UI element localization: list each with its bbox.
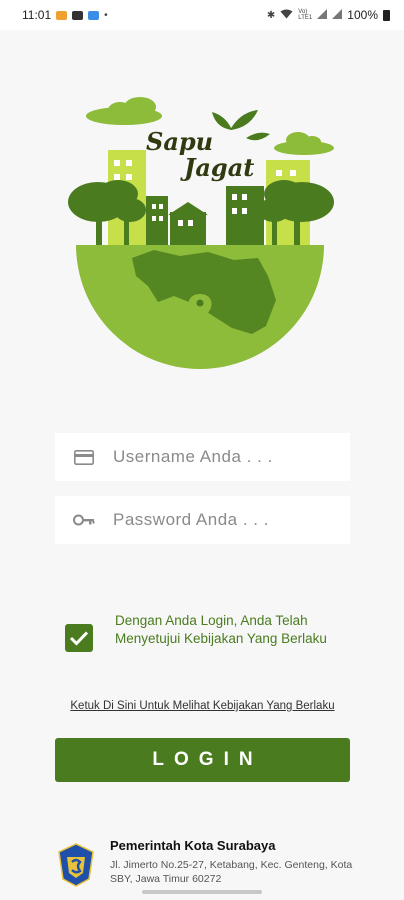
- logo-illustration: Sapu Jagat: [68, 97, 334, 369]
- app-notification-icon: [88, 10, 100, 20]
- username-input[interactable]: [113, 447, 313, 467]
- status-bar: 11:01 • ✱ Vo) LTE1 100%: [0, 0, 404, 30]
- heart-notification-icon: [56, 10, 68, 20]
- footer-address: Jl. Jimerto No.25-27, Ketabang, Kec. Gen…: [110, 859, 353, 885]
- key-icon: [73, 512, 95, 528]
- leaves-icon: [212, 110, 270, 141]
- signal-icon-2: [332, 8, 343, 22]
- dot-icon: •: [104, 9, 108, 21]
- login-button[interactable]: LOGIN: [55, 738, 350, 782]
- gallery-notification-icon: [72, 10, 84, 20]
- agree-text: Dengan Anda Login, Anda Telah Menyetujui…: [115, 613, 327, 646]
- cloud-left-icon: [86, 97, 162, 125]
- logo-title-line2: Jagat: [180, 153, 254, 182]
- volte-label: Vo) LTE1: [298, 9, 313, 21]
- app-logo: Sapu Jagat: [62, 90, 342, 375]
- status-time: 11:01: [22, 8, 52, 22]
- logo-title-line1: Sapu: [146, 127, 213, 156]
- surabaya-emblem-icon: [58, 843, 94, 887]
- wifi-icon: [280, 9, 293, 22]
- signal-icon-1: [317, 8, 328, 22]
- card-icon: [73, 449, 95, 465]
- footer-title: Pemerintah Kota Surabaya: [110, 838, 276, 853]
- building-3: [170, 212, 206, 245]
- status-right: ✱ Vo) LTE1 100%: [267, 8, 390, 22]
- status-left: 11:01 •: [22, 8, 108, 22]
- policy-link[interactable]: Ketuk Di Sini Untuk Melihat Kebijakan Ya…: [55, 699, 350, 714]
- battery-icon: [383, 9, 390, 21]
- password-field[interactable]: [55, 496, 350, 544]
- home-indicator[interactable]: [142, 890, 262, 894]
- building-2: [146, 196, 168, 245]
- username-field[interactable]: [55, 433, 350, 481]
- cloud-right-icon: [274, 132, 334, 155]
- agree-checkbox[interactable]: [65, 624, 93, 652]
- battery-percent: 100%: [347, 8, 378, 22]
- vibrate-icon: ✱: [266, 9, 276, 21]
- check-icon: [69, 631, 89, 646]
- password-input[interactable]: [113, 510, 313, 530]
